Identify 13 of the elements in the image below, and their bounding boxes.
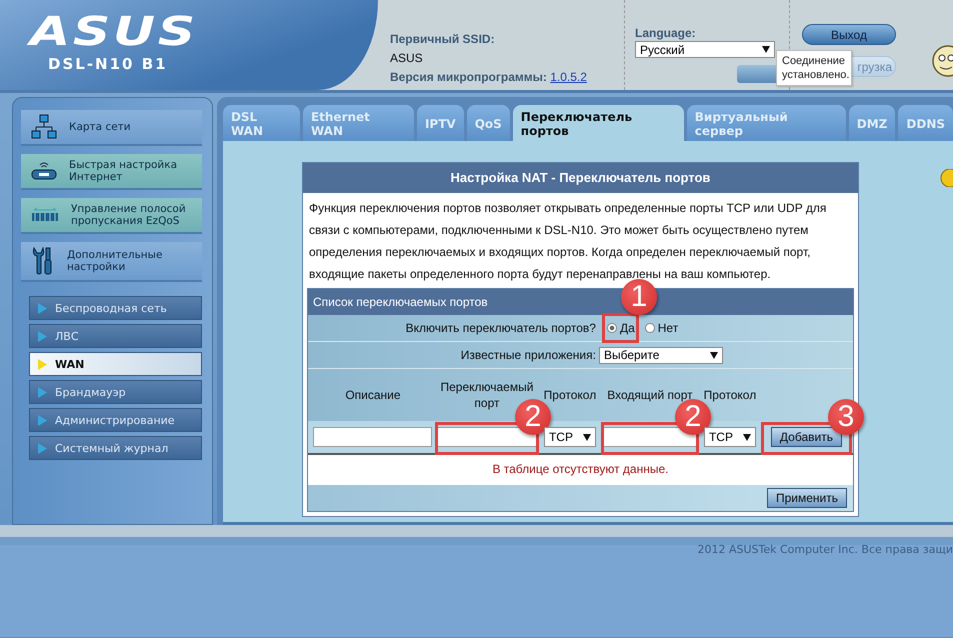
ssid-value: ASUS	[390, 50, 424, 67]
language-label: Language:	[635, 26, 697, 40]
panel-title: Настройка NAT - Переключатель портов	[302, 163, 858, 193]
column-header: Описание	[344, 387, 402, 403]
step-badge: 1	[620, 279, 657, 315]
ssid-label: Первичный SSID:	[390, 31, 496, 48]
status-tooltip: Соединение установлено.	[776, 50, 852, 86]
apps-label: Известные приложения:	[460, 348, 597, 362]
model-name: DSL-N10 B1	[48, 55, 169, 73]
firmware-label: Версия микропрограммы:	[390, 70, 547, 84]
enable-label: Включить переключатель портов?	[404, 321, 597, 335]
empty-message: В таблице отсутствуют данные.	[308, 455, 853, 485]
copyright-text: 2012 ASUSTek Computer Inc. Все права защи	[697, 543, 953, 557]
